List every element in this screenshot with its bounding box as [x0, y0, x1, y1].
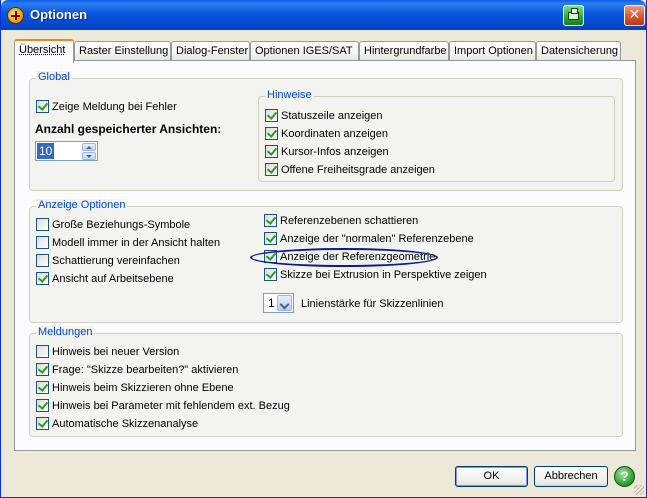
- anzahl-ansichten-spinner[interactable]: 10: [35, 141, 98, 161]
- checkbox-parameter-bezug[interactable]: Hinweis bei Parameter mit fehlendem ext.…: [36, 399, 290, 415]
- checkbox-label: Hinweis beim Skizzieren ohne Ebene: [52, 382, 234, 394]
- group-meldungen: Meldungen Hinweis bei neuer Version Frag…: [29, 326, 623, 437]
- checkbox-box[interactable]: [36, 254, 49, 267]
- checkbox-label: Referenzebenen schattieren: [280, 215, 419, 227]
- checkbox-statuszeile[interactable]: Statuszeile anzeigen: [265, 109, 383, 125]
- checkbox-label: Hinweis bei neuer Version: [52, 346, 180, 358]
- print-icon: [568, 8, 579, 20]
- checkbox-label: Große Beziehungs-Symbole: [52, 219, 191, 231]
- group-hinweise: Hinweise Statuszeile anzeigen Koordinate…: [258, 89, 615, 182]
- checkbox-box[interactable]: [36, 236, 49, 249]
- tab-hintergrundfarbe[interactable]: Hintergrundfarbe: [359, 41, 449, 61]
- checkbox-box[interactable]: [36, 381, 49, 394]
- checkbox-skizzenanalyse[interactable]: Automatische Skizzenanalyse: [36, 417, 198, 433]
- checkbox-box[interactable]: [264, 250, 277, 263]
- checkbox-skizze-perspektive[interactable]: Skizze bei Extrusion in Perspektive zeig…: [264, 268, 487, 284]
- tab-label: Hintergrundfarbe: [364, 45, 447, 57]
- checkbox-skizzieren-ohne-ebene[interactable]: Hinweis beim Skizzieren ohne Ebene: [36, 381, 234, 397]
- checkbox-label: Offene Freiheitsgrade anzeigen: [281, 164, 435, 176]
- ok-button[interactable]: OK: [455, 466, 528, 487]
- checkbox-schattierung[interactable]: Schattierung vereinfachen: [36, 254, 180, 270]
- checkbox-skizze-bearbeiten[interactable]: Frage: "Skizze bearbeiten?" aktivieren: [36, 363, 238, 379]
- tab-label: Raster Einstellung: [79, 45, 169, 57]
- spinner-value[interactable]: 10: [37, 143, 55, 159]
- checkbox-modell-ansicht[interactable]: Modell immer in der Ansicht halten: [36, 236, 220, 252]
- checkbox-normale-referenzebene[interactable]: Anzeige der "normalen" Referenzebene: [264, 232, 474, 248]
- group-legend: Hinweise: [265, 89, 314, 101]
- group-global: Global Zeige Meldung bei Fehler Anzahl g…: [29, 71, 623, 191]
- checkbox-box[interactable]: [36, 345, 49, 358]
- tab-optionen-iges-sat[interactable]: Optionen IGES/SAT: [250, 41, 359, 61]
- checkbox-box[interactable]: [36, 100, 49, 113]
- checkbox-ansicht-arbeitsebene[interactable]: Ansicht auf Arbeitsebene: [36, 272, 174, 288]
- chevron-down-icon[interactable]: [277, 295, 292, 311]
- linienstaerke-label: Linienstärke für Skizzenlinien: [301, 298, 444, 310]
- checkbox-label: Ansicht auf Arbeitsebene: [52, 273, 174, 285]
- tab-raster-einstellung[interactable]: Raster Einstellung: [74, 41, 171, 61]
- close-icon: ✕: [628, 7, 641, 23]
- checkbox-box[interactable]: [264, 214, 277, 227]
- group-legend: Global: [36, 71, 72, 83]
- tab-uebersicht[interactable]: Übersicht: [14, 39, 74, 63]
- tab-label: Optionen IGES/SAT: [255, 45, 353, 57]
- checkbox-referenzebenen-schattieren[interactable]: Referenzebenen schattieren: [264, 214, 418, 230]
- options-dialog: Optionen ✕ Übersicht Raster Einstellung …: [0, 0, 647, 498]
- checkbox-freiheitsgrade[interactable]: Offene Freiheitsgrade anzeigen: [265, 163, 435, 179]
- checkbox-koordinaten[interactable]: Koordinaten anzeigen: [265, 127, 388, 143]
- group-legend: Meldungen: [36, 326, 95, 338]
- checkbox-label: Hinweis bei Parameter mit fehlendem ext.…: [52, 400, 290, 412]
- help-icon[interactable]: ?: [614, 466, 635, 487]
- spin-down-icon[interactable]: [82, 152, 96, 160]
- spin-up-icon[interactable]: [82, 143, 96, 151]
- tab-panel-uebersicht: Global Zeige Meldung bei Fehler Anzahl g…: [14, 60, 636, 451]
- checkbox-referenzgeometrie[interactable]: Anzeige der Referenzgeometrie: [264, 250, 435, 266]
- tab-label: Datensicherung: [541, 45, 619, 57]
- checkbox-box[interactable]: [265, 109, 278, 122]
- checkbox-label: Frage: "Skizze bearbeiten?" aktivieren: [52, 364, 239, 376]
- checkbox-label: Kursor-Infos anzeigen: [281, 146, 389, 158]
- group-legend: Anzeige Optionen: [36, 199, 128, 211]
- checkbox-box[interactable]: [264, 268, 277, 281]
- app-logo-icon: [7, 7, 24, 24]
- checkbox-label: Statuszeile anzeigen: [281, 110, 383, 122]
- resize-grip[interactable]: [634, 485, 644, 495]
- checkbox-box[interactable]: [265, 163, 278, 176]
- select-value: 1: [268, 296, 275, 310]
- tab-datensicherung[interactable]: Datensicherung: [536, 41, 621, 61]
- checkbox-grosse-symbole[interactable]: Große Beziehungs-Symbole: [36, 218, 190, 234]
- tab-dialog-fenster[interactable]: Dialog-Fenster: [171, 41, 250, 61]
- tab-label: Dialog-Fenster: [176, 45, 249, 57]
- anzahl-ansichten-label: Anzahl gespeicherter Ansichten:: [35, 122, 222, 136]
- tab-import-optionen[interactable]: Import Optionen: [449, 41, 536, 61]
- checkbox-box[interactable]: [36, 399, 49, 412]
- checkbox-label: Modell immer in der Ansicht halten: [52, 237, 221, 249]
- checkbox-box[interactable]: [265, 145, 278, 158]
- checkbox-label: Anzeige der "normalen" Referenzebene: [280, 233, 474, 245]
- title-bar[interactable]: Optionen ✕: [1, 0, 646, 30]
- checkbox-label: Zeige Meldung bei Fehler: [52, 101, 177, 113]
- checkbox-label: Anzeige der Referenzgeometrie: [280, 251, 436, 263]
- checkbox-neue-version[interactable]: Hinweis bei neuer Version: [36, 345, 179, 361]
- checkbox-label: Koordinaten anzeigen: [281, 128, 389, 140]
- checkbox-zeige-meldung[interactable]: Zeige Meldung bei Fehler: [36, 100, 177, 116]
- checkbox-box[interactable]: [265, 127, 278, 140]
- checkbox-box[interactable]: [36, 363, 49, 376]
- checkbox-kursor-infos[interactable]: Kursor-Infos anzeigen: [265, 145, 389, 161]
- tab-label: Import Optionen: [454, 45, 533, 57]
- close-button[interactable]: ✕: [624, 5, 645, 26]
- checkbox-label: Automatische Skizzenanalyse: [52, 418, 199, 430]
- checkbox-box[interactable]: [36, 417, 49, 430]
- checkbox-box[interactable]: [264, 232, 277, 245]
- checkbox-label: Skizze bei Extrusion in Perspektive zeig…: [280, 269, 487, 281]
- checkbox-box[interactable]: [36, 218, 49, 231]
- linienstaerke-select[interactable]: 1: [263, 293, 294, 313]
- cancel-button[interactable]: Abbrechen: [534, 466, 608, 487]
- print-button[interactable]: [563, 5, 584, 26]
- window-title: Optionen: [30, 7, 88, 22]
- tab-label: Übersicht: [19, 44, 66, 56]
- checkbox-box[interactable]: [36, 272, 49, 285]
- group-anzeige-optionen: Anzeige Optionen Große Beziehungs-Symbol…: [29, 199, 623, 323]
- checkbox-label: Schattierung vereinfachen: [52, 255, 180, 267]
